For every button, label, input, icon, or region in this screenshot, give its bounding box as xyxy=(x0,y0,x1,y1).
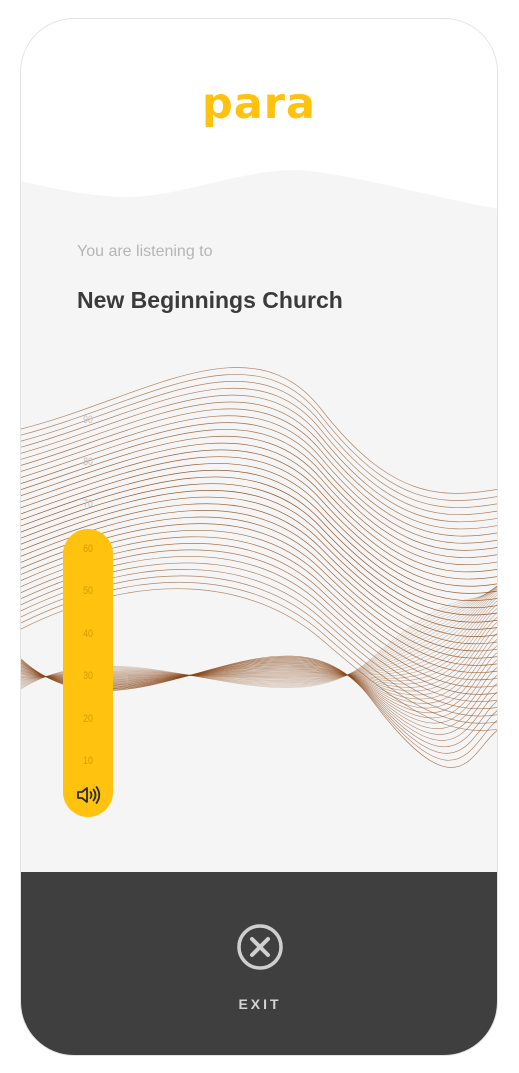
listening-label: You are listening to xyxy=(77,243,213,260)
wave-line xyxy=(21,387,497,515)
wave-line xyxy=(21,408,497,537)
church-name: New Beginnings Church xyxy=(77,287,343,313)
volume-tick: 30 xyxy=(83,670,93,682)
app-logo: para xyxy=(201,79,317,129)
volume-tick: 70 xyxy=(83,498,93,510)
wave-line xyxy=(21,367,497,494)
volume-tick: 60 xyxy=(83,543,93,555)
footer-bar: EXIT xyxy=(21,872,497,1055)
volume-tick: 80 xyxy=(83,456,93,468)
exit-button-label[interactable]: EXIT xyxy=(21,996,497,1012)
close-circle-icon[interactable] xyxy=(235,922,285,972)
volume-tick: 10 xyxy=(83,755,93,767)
volume-tick: 90 xyxy=(83,414,93,426)
wave-line xyxy=(21,374,497,501)
phone-frame: para You are listening to New Beginnings… xyxy=(20,18,498,1056)
volume-tick: 20 xyxy=(83,713,93,725)
volume-slider[interactable]: 60 50 40 30 20 10 xyxy=(63,529,113,817)
volume-tick: 40 xyxy=(83,628,93,640)
speaker-volume-icon[interactable] xyxy=(76,785,102,805)
volume-tick: 50 xyxy=(83,585,93,597)
